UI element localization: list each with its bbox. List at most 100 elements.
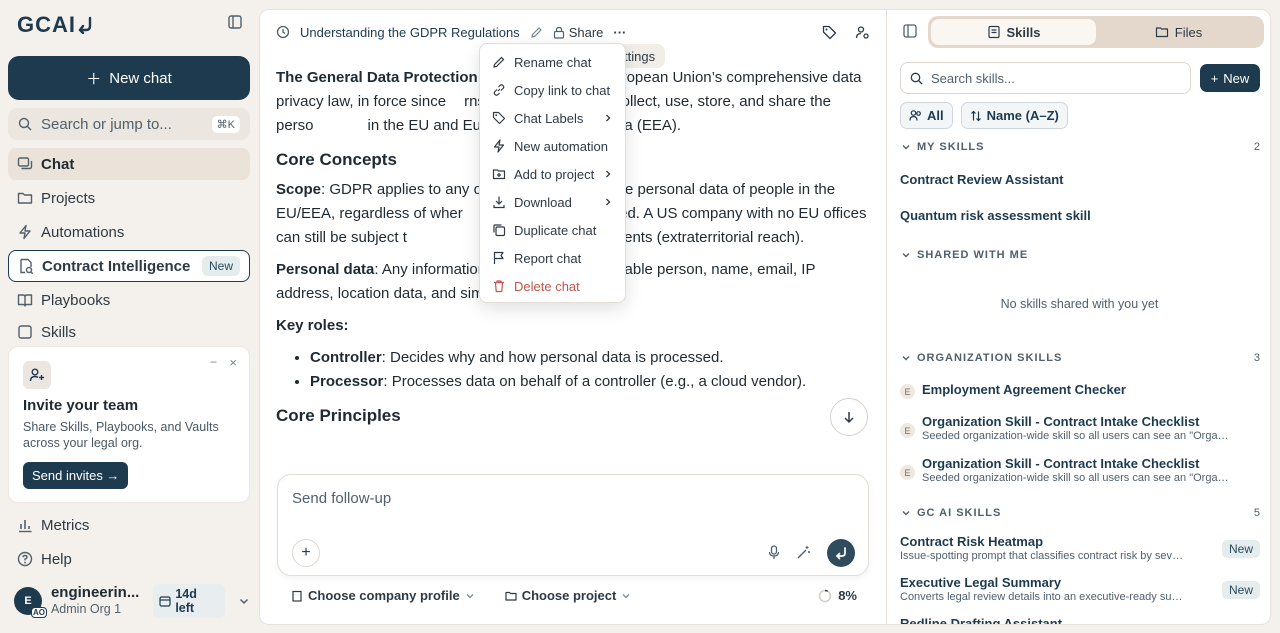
- skill-item[interactable]: Redline Drafting Assistant: [900, 616, 1260, 625]
- arrow-down-icon: [844, 412, 854, 424]
- user-settings-icon[interactable]: [855, 25, 870, 40]
- sidebar-collapse-icon[interactable]: [228, 15, 244, 31]
- microphone-icon[interactable]: [768, 545, 780, 560]
- edit-title-icon[interactable]: [530, 26, 543, 39]
- attach-button[interactable]: +: [292, 539, 320, 567]
- chevron-down-icon: [622, 593, 630, 598]
- bolt-icon: [19, 224, 31, 240]
- share-button[interactable]: Share: [553, 24, 604, 40]
- book-icon: [17, 294, 33, 307]
- menu-item-rename-chat[interactable]: Rename chat: [480, 48, 625, 76]
- user-org: Admin Org 1: [50, 602, 122, 616]
- calendar-icon: [159, 596, 171, 607]
- plus-icon: +: [301, 544, 311, 561]
- search-jump-input[interactable]: Search or jump to... ⌘K: [8, 108, 250, 140]
- menu-item-label: Duplicate chat: [514, 222, 597, 238]
- menu-item-delete-chat[interactable]: Delete chat: [480, 272, 625, 300]
- chevron-down-icon: [902, 356, 910, 361]
- skill-item[interactable]: Quantum risk assessment skill: [900, 208, 1091, 223]
- menu-item-copy-link[interactable]: Copy link to chat: [480, 76, 625, 104]
- history-icon[interactable]: [276, 25, 290, 39]
- chat-title[interactable]: Understanding the GDPR Regulations: [300, 25, 520, 40]
- menu-item-chat-labels[interactable]: Chat Labels: [480, 104, 625, 132]
- new-skill-button[interactable]: + New: [1200, 64, 1260, 92]
- company-profile-dropdown[interactable]: Choose company profile: [291, 588, 475, 603]
- message-composer[interactable]: Send follow-up +: [277, 474, 869, 576]
- sort-dropdown[interactable]: Name (A–Z): [960, 102, 1068, 129]
- project-dropdown[interactable]: Choose project: [505, 588, 632, 603]
- skill-title: Redline Drafting Assistant: [900, 616, 1063, 625]
- follow-up-input[interactable]: Send follow-up: [292, 490, 391, 507]
- skill-item[interactable]: Executive Legal Summary Converts legal r…: [900, 575, 1260, 605]
- filter-all[interactable]: All: [900, 102, 953, 129]
- invite-body: Share Skills, Playbooks, and Vaults acro…: [23, 420, 219, 450]
- menu-item-label: Add to project: [514, 166, 595, 182]
- sidebar-item-label: Help: [41, 550, 72, 568]
- skill-description: Issue-spotting prompt that classifies co…: [900, 550, 1185, 562]
- personal-data-label: Personal data: [276, 261, 375, 278]
- section-gc-ai-skills[interactable]: GC AI SKILLS 5: [901, 507, 1260, 519]
- more-options-icon[interactable]: ···: [613, 25, 626, 40]
- menu-item-report-chat[interactable]: Report chat: [480, 244, 625, 272]
- list-item: Processor: Processes data on behalf of a…: [310, 370, 872, 394]
- sidebar-item-metrics[interactable]: Metrics: [8, 509, 250, 541]
- skill-title: Employment Agreement Checker: [922, 382, 1126, 397]
- list-item: Controller: Decides why and how personal…: [310, 346, 872, 370]
- skill-item[interactable]: E Employment Agreement Checker: [900, 382, 1260, 399]
- trash-icon: [494, 280, 504, 293]
- sidebar-item-automations[interactable]: Automations: [8, 216, 250, 248]
- section-shared-with-me[interactable]: SHARED WITH ME: [901, 249, 1260, 261]
- section-my-skills[interactable]: MY SKILLS 2: [901, 141, 1260, 153]
- sidebar-item-help[interactable]: Help: [8, 543, 250, 575]
- skill-title: Organization Skill - Contract Intake Che…: [922, 414, 1200, 429]
- menu-item-download[interactable]: Download: [480, 188, 625, 216]
- tab-skills[interactable]: Skills: [931, 19, 1096, 45]
- roles-list: Controller: Decides why and how personal…: [310, 346, 872, 394]
- download-icon: [493, 196, 505, 209]
- menu-item-label: Copy link to chat: [514, 82, 611, 98]
- skills-panel: Skills Files Search skills... + New All …: [886, 9, 1271, 625]
- send-invites-button[interactable]: Send invites →: [23, 462, 129, 489]
- new-chat-button[interactable]: ＋ New chat: [8, 56, 250, 100]
- menu-item-label: Report chat: [514, 250, 582, 266]
- skill-item[interactable]: E Organization Skill - Contract Intake C…: [900, 414, 1260, 444]
- skill-author-icon: E: [900, 423, 915, 438]
- sidebar-item-skills[interactable]: Skills: [8, 318, 250, 340]
- scroll-to-bottom-button[interactable]: [830, 398, 868, 436]
- sidebar-item-projects[interactable]: Projects: [8, 182, 250, 214]
- menu-item-add-to-project[interactable]: Add to project: [480, 160, 625, 188]
- folder-icon: [505, 591, 517, 601]
- section-organization-skills[interactable]: ORGANIZATION SKILLS 3: [901, 352, 1260, 364]
- tag-icon[interactable]: [822, 25, 837, 40]
- minimize-icon[interactable]: −: [210, 355, 217, 369]
- menu-item-duplicate-chat[interactable]: Duplicate chat: [480, 216, 625, 244]
- share-label: Share: [568, 24, 604, 40]
- sidebar-item-playbooks[interactable]: Playbooks: [8, 284, 250, 316]
- skill-description: Seeded organization-wide skill so all us…: [922, 472, 1232, 484]
- sidebar-item-label: Chat: [41, 155, 75, 173]
- skill-item[interactable]: Contract Risk Heatmap Issue-spotting pro…: [900, 534, 1260, 564]
- panel-toggle-icon[interactable]: [903, 24, 917, 38]
- logo[interactable]: GCAI: [17, 12, 94, 38]
- skill-search-input[interactable]: Search skills...: [900, 62, 1191, 94]
- user-menu[interactable]: E AO engineerin... Admin Org 1 14d left: [14, 584, 250, 618]
- tab-files[interactable]: Files: [1096, 19, 1261, 45]
- skill-item[interactable]: Contract Review Assistant: [900, 172, 1064, 187]
- copy-icon: [493, 224, 506, 237]
- chevron-down-icon[interactable]: [238, 595, 250, 607]
- sidebar-item-chat[interactable]: Chat: [8, 148, 250, 180]
- context-usage-label: 8%: [838, 588, 857, 603]
- send-button[interactable]: [827, 539, 855, 567]
- skill-item[interactable]: E Organization Skill - Contract Intake C…: [900, 456, 1260, 486]
- skill-title: Executive Legal Summary: [900, 575, 1062, 590]
- new-badge: New: [1221, 581, 1260, 599]
- trial-days-badge[interactable]: 14d left: [153, 584, 226, 618]
- menu-item-new-automation[interactable]: New automation: [480, 132, 625, 160]
- document-search-icon: [20, 258, 34, 274]
- bolt-icon: [493, 139, 505, 153]
- skill-filters: All Name (A–Z): [900, 102, 1068, 129]
- magic-wand-icon[interactable]: [796, 545, 811, 560]
- sidebar-item-contract-intelligence[interactable]: Contract Intelligence New: [8, 250, 250, 282]
- close-icon[interactable]: ×: [229, 355, 237, 370]
- chat-options-menu: Rename chat Copy link to chat Chat Label…: [479, 43, 626, 303]
